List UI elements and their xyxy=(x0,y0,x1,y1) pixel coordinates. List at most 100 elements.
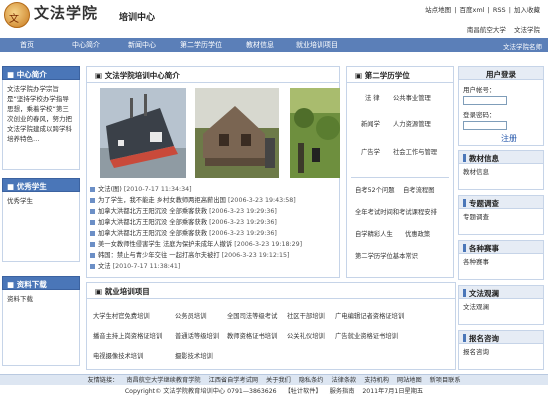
training-link[interactable]: 普通话等级培训 xyxy=(175,331,219,340)
university-link[interactable]: 南昌航空大学 xyxy=(467,26,506,34)
footer-link[interactable]: 网站地图 xyxy=(397,377,422,384)
literature-panel: 文法观澜 文法观澜 xyxy=(458,285,544,325)
events-link[interactable]: 各种赛事 xyxy=(463,258,489,266)
bullet-icon xyxy=(90,263,95,269)
site-subtitle: 培训中心 xyxy=(119,13,156,23)
consult-link[interactable]: 报名咨询 xyxy=(463,348,489,356)
software-link[interactable]: 【牡计软件】 xyxy=(285,388,322,395)
news-item[interactable]: 文法(图) [2010-7-17 11:34:34] xyxy=(90,184,340,195)
news-item[interactable]: 美一女教师性侵害学生 法庭为保护未成年人撤诉 [2006-3-23 19:18:… xyxy=(90,239,340,250)
footer-link[interactable]: 新项目联系 xyxy=(430,377,461,384)
footer-link[interactable]: 关于我们 xyxy=(266,377,291,384)
major-link-hr[interactable]: 人力资源管理 xyxy=(393,119,431,128)
ruins-photo[interactable] xyxy=(195,88,279,178)
rss-link[interactable]: RSS xyxy=(493,6,506,14)
footer-link[interactable]: 江西省自学考试网 xyxy=(209,377,259,384)
panel-title: ▣ 文法学院培训中心简介 xyxy=(87,67,339,83)
add-favorite-link[interactable]: 加入收藏 xyxy=(514,6,540,14)
news-list: 文法(图) [2010-7-17 11:34:34] 为了学生，我不能走 乡村女… xyxy=(90,184,340,272)
major-link-public-affairs[interactable]: 公共事业管理 xyxy=(393,93,431,102)
ship-photo[interactable] xyxy=(100,88,186,178)
survey-link[interactable]: 专题调查 xyxy=(463,213,489,221)
landscape-photo[interactable] xyxy=(290,88,340,178)
nav-item-second-degree[interactable]: 第二学历学位 xyxy=(180,40,222,50)
training-link[interactable]: 摄影技术培训 xyxy=(175,351,213,360)
nav-item-intro[interactable]: 中心简介 xyxy=(72,40,100,50)
downloads-panel: ■ 资料下载 资料下载 xyxy=(2,276,80,366)
panel-title: ▣ 就业培训项目 xyxy=(87,283,455,299)
excellent-students-link[interactable]: 优秀学生 xyxy=(7,197,33,205)
materials-link[interactable]: 教材信息 xyxy=(463,168,489,176)
excellent-students-panel: ■ 优秀学生 优秀学生 xyxy=(2,178,80,262)
self-exam-faq-link[interactable]: 自考52个问题 xyxy=(355,185,395,194)
major-link-law[interactable]: 法 律 xyxy=(365,93,380,102)
consult-panel: 报名咨询 报名咨询 xyxy=(458,330,544,370)
policy-link[interactable]: 优惠政策 xyxy=(405,229,430,238)
training-link[interactable]: 全国司法等级考试 xyxy=(227,311,277,320)
bullet-icon xyxy=(90,230,95,236)
news-item[interactable]: 加拿大洪都北方王阳沉没 全部乘客获救 [2006-3-23 19:29:36] xyxy=(90,228,340,239)
famous-teachers-link[interactable]: 文法学院名师 xyxy=(503,41,542,51)
literature-link[interactable]: 文法观澜 xyxy=(463,303,489,311)
materials-panel: 教材信息 教材信息 xyxy=(458,150,544,190)
major-link-social-work[interactable]: 社会工作与管理 xyxy=(393,147,437,156)
training-link[interactable]: 社区干部培训 xyxy=(287,311,325,320)
training-link[interactable]: 电视摄像技术培训 xyxy=(93,351,143,360)
panel-title: ■ 优秀学生 xyxy=(2,178,80,192)
footer-link[interactable]: 南昌航空大学继续教育学院 xyxy=(126,377,200,384)
footer-link[interactable]: 法律条款 xyxy=(331,377,356,384)
baidu-xml-link[interactable]: 百度xml xyxy=(460,6,485,14)
college-link[interactable]: 文法学院 xyxy=(514,26,540,34)
survey-panel: 专题调查 专题调查 xyxy=(458,195,544,235)
training-link[interactable]: 教师资格证书培训 xyxy=(227,331,277,340)
logo-emblem: 文 xyxy=(4,2,30,28)
news-item[interactable]: 加拿大洪都北方王阳沉没 全部乘客获救 [2006-3-23 19:29:36] xyxy=(90,206,340,217)
training-link[interactable]: 公关礼仪培训 xyxy=(287,331,325,340)
major-link-advertising[interactable]: 广告学 xyxy=(361,147,380,156)
register-link[interactable]: 注册 xyxy=(463,134,539,144)
training-panel: ▣ 就业培训项目 大学生村官免费培训 公务员培训 全国司法等级考试 社区干部培训… xyxy=(86,282,456,370)
copyright-text: Copyright© 文法学院教育培训中心 0791—3863626 xyxy=(124,388,277,395)
exam-schedule-link[interactable]: 全年考试时间和考试课程安排 xyxy=(355,207,437,216)
bullet-icon xyxy=(90,252,95,258)
footer-link[interactable]: 隐私条约 xyxy=(299,377,324,384)
degree-basics-link[interactable]: 第二学历学位基本常识 xyxy=(355,251,418,260)
service-guide-link[interactable]: 服务指南 xyxy=(330,388,355,395)
divider xyxy=(351,177,449,178)
login-panel: 用户登录 用户帐号： 登录密码： 注册 xyxy=(458,66,544,146)
account-input[interactable] xyxy=(463,95,507,105)
nav-item-home[interactable]: 首页 xyxy=(20,40,34,50)
major-link-journalism[interactable]: 新闻学 xyxy=(361,119,380,128)
news-item[interactable]: 文法 [2010-7-17 11:38:41] xyxy=(90,261,340,272)
nav-item-employment[interactable]: 就业培训项目 xyxy=(296,40,338,50)
training-link[interactable]: 公务员培训 xyxy=(175,311,206,320)
main-nav: 首页 中心简介 新闻中心 第二学历学位 教材信息 就业培训项目 文法学院名师 xyxy=(0,38,548,52)
date-text: 2011年7月1日星期五 xyxy=(362,388,424,395)
news-item[interactable]: 为了学生，我不能走 乡村女教师两拒高薪出国 [2006-3-23 19:43:5… xyxy=(90,195,340,206)
self-study-link[interactable]: 自学精彩人生 xyxy=(355,229,393,238)
training-link[interactable]: 广电编辑记者资格证培训 xyxy=(335,311,404,320)
training-link[interactable]: 广告就业资格证书培训 xyxy=(335,331,398,340)
training-link[interactable]: 播音主持上岗资格证培训 xyxy=(93,331,162,340)
self-exam-flowchart-link[interactable]: 自考流程图 xyxy=(403,185,434,194)
center-intro-text: 文法学院办学宗旨是“坚持学校办学指导思想，乘着学校“第三次创业的春风，努力把文法… xyxy=(2,80,80,170)
password-label: 登录密码： xyxy=(463,111,496,119)
site-title[interactable]: 文法学院 xyxy=(34,2,98,23)
panel-title: ▣ 第二学历学位 xyxy=(347,67,453,83)
footer-link[interactable]: 支持机构 xyxy=(364,377,389,384)
bullet-icon xyxy=(90,241,95,247)
nav-item-materials[interactable]: 教材信息 xyxy=(246,40,274,50)
separator: | xyxy=(508,6,511,14)
news-item[interactable]: 加拿大洪都北方王阳沉没 全部乘客获救 [2006-3-23 19:29:36] xyxy=(90,217,340,228)
second-degree-panel: ▣ 第二学历学位 法 律 公共事业管理 新闻学 人力资源管理 广告学 社会工作与… xyxy=(346,66,454,278)
sitemap-link[interactable]: 站点地图 xyxy=(425,6,451,14)
training-link[interactable]: 大学生村官免费培训 xyxy=(93,311,150,320)
news-item[interactable]: 韩国：禁止与青少年交往 一起打高尔夫被打 [2006-3-23 19:12:15… xyxy=(90,250,340,261)
panel-title: 用户登录 xyxy=(458,66,544,80)
downloads-link[interactable]: 资料下载 xyxy=(7,295,33,303)
nav-item-news[interactable]: 新闻中心 xyxy=(128,40,156,50)
bullet-icon xyxy=(90,197,95,203)
friend-links-label: 友情链接： xyxy=(87,377,119,384)
panel-title: 专题调查 xyxy=(458,195,544,209)
password-input[interactable] xyxy=(463,120,507,130)
